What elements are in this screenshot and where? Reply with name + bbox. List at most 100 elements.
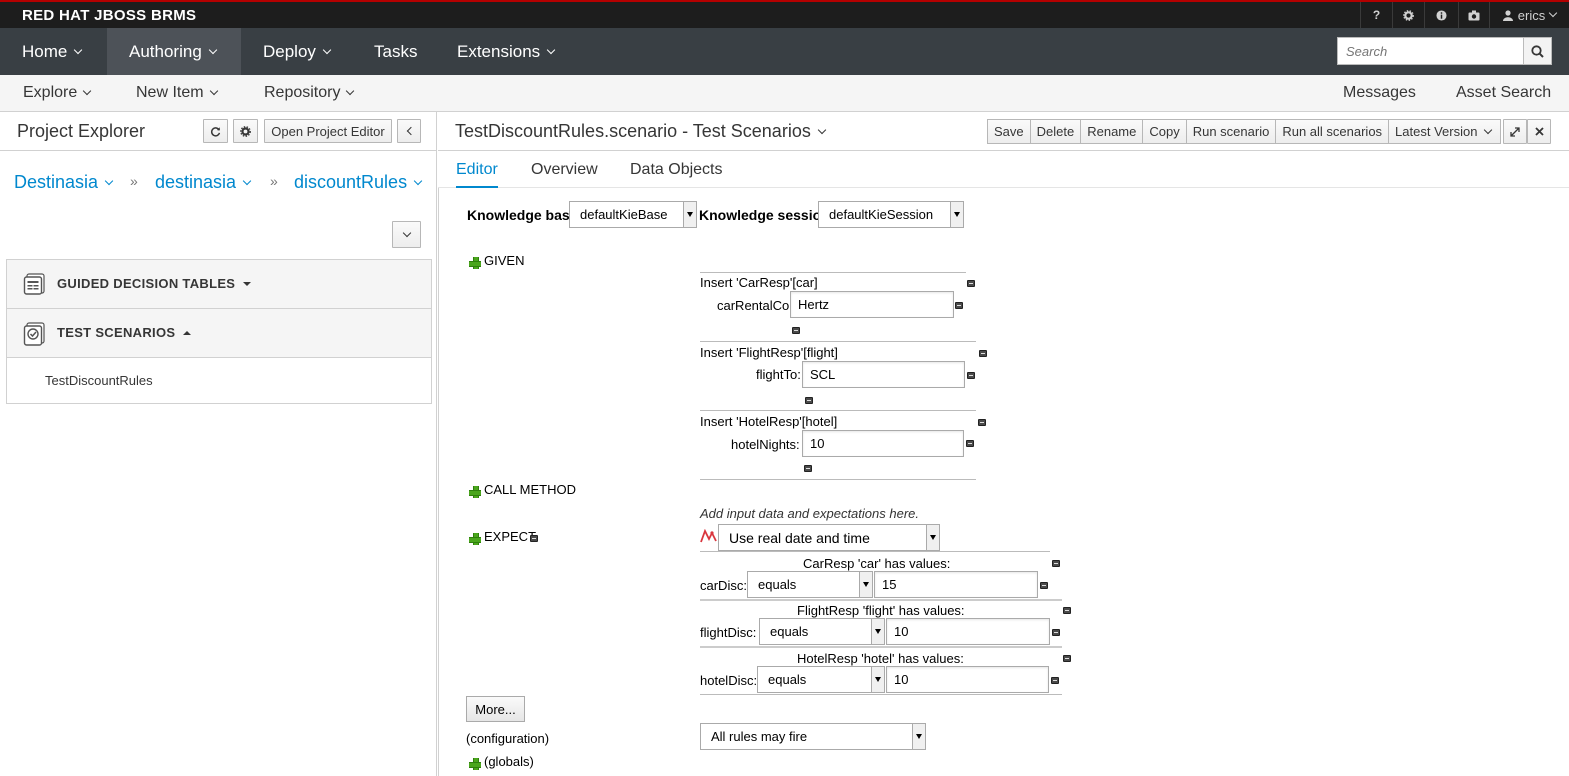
section-guided-decision-tables[interactable]: GUIDED DECISION TABLES: [6, 259, 432, 309]
flight-to-input[interactable]: SCL: [802, 361, 965, 388]
chevron-down-icon: [402, 228, 411, 237]
add-call-method-icon[interactable]: [469, 486, 481, 498]
dropdown-arrow-icon: [912, 724, 925, 749]
hint-text: Add input data and expectations here.: [700, 506, 919, 521]
subnav-messages[interactable]: Messages: [1343, 75, 1416, 111]
project-explorer-title: Project Explorer: [17, 121, 146, 141]
help-button[interactable]: ?: [1360, 2, 1392, 28]
remove-field-icon[interactable]: [1051, 677, 1059, 684]
chevron-down-icon: [209, 86, 218, 96]
remove-field-icon[interactable]: [804, 465, 812, 472]
add-globals-icon[interactable]: [469, 758, 481, 770]
car-disc-input[interactable]: 15: [874, 571, 1038, 598]
subnav-repository[interactable]: Repository: [264, 75, 355, 111]
remove-field-icon[interactable]: [805, 397, 813, 404]
nav-authoring[interactable]: Authoring: [107, 28, 241, 75]
nav-tasks-label: Tasks: [374, 41, 418, 61]
decision-table-icon: [23, 273, 45, 295]
subnav-new-item[interactable]: New Item: [136, 75, 218, 111]
remove-field-icon[interactable]: [792, 327, 800, 334]
hotel-disc-input[interactable]: 10: [886, 666, 1049, 693]
chevron-down-icon: [346, 86, 355, 96]
tab-data-objects[interactable]: Data Objects: [630, 161, 722, 179]
user-menu[interactable]: erics: [1489, 2, 1569, 28]
remove-given-hotel-icon[interactable]: [978, 419, 986, 426]
refresh-button[interactable]: [203, 119, 228, 143]
maximize-button[interactable]: [1503, 119, 1527, 144]
flight-disc-operator-select[interactable]: equals: [759, 618, 885, 645]
remove-expect-flight-icon[interactable]: [1063, 607, 1071, 614]
configuration-value: All rules may fire: [711, 729, 808, 744]
remove-field-icon[interactable]: [1052, 629, 1060, 636]
nav-deploy[interactable]: Deploy: [241, 28, 352, 75]
knowledge-base-label: Knowledge base: [467, 207, 578, 223]
given-label: GIVEN: [484, 253, 525, 268]
tab-overview[interactable]: Overview: [531, 161, 598, 179]
save-button[interactable]: Save: [987, 119, 1031, 144]
add-expect-icon[interactable]: [469, 533, 481, 545]
search-box: [1337, 37, 1552, 65]
subnav-asset-search[interactable]: Asset Search: [1456, 75, 1551, 111]
editor-left-border: [438, 188, 439, 776]
remove-expect-icon[interactable]: [530, 535, 538, 542]
remove-expect-hotel-icon[interactable]: [1063, 655, 1071, 662]
run-scenario-button[interactable]: Run scenario: [1186, 119, 1277, 144]
remove-field-icon[interactable]: [966, 440, 974, 447]
remove-field-icon[interactable]: [967, 372, 975, 379]
hotel-nights-input[interactable]: 10: [802, 430, 964, 457]
gear-icon: [240, 125, 251, 137]
flight-disc-input[interactable]: 10: [886, 618, 1050, 645]
nav-home[interactable]: Home: [0, 28, 103, 75]
breadcrumb-repository[interactable]: destinasia: [155, 172, 252, 193]
search-input[interactable]: [1338, 38, 1523, 64]
delete-button[interactable]: Delete: [1030, 119, 1082, 144]
rename-button[interactable]: Rename: [1081, 119, 1144, 144]
settings-button[interactable]: [233, 119, 258, 143]
version-dropdown[interactable]: Latest Version: [1389, 119, 1502, 144]
info-icon[interactable]: [1424, 2, 1458, 28]
knowledge-session-select[interactable]: defaultKieSession: [818, 201, 964, 228]
run-all-scenarios-button[interactable]: Run all scenarios: [1276, 119, 1390, 144]
nav-extensions[interactable]: Extensions: [435, 28, 576, 75]
car-disc-operator-select[interactable]: equals: [747, 571, 873, 598]
hotel-disc-operator-select[interactable]: equals: [757, 666, 885, 693]
remove-field-icon[interactable]: [1040, 582, 1048, 589]
settings-icon[interactable]: [1392, 2, 1424, 28]
project-explorer-header: Project Explorer Open Project Editor: [0, 112, 437, 151]
knowledge-base-select[interactable]: defaultKieBase: [569, 201, 697, 228]
remove-given-car-icon[interactable]: [967, 280, 975, 287]
open-project-editor-button[interactable]: Open Project Editor: [264, 119, 392, 143]
section-test-scenarios[interactable]: TEST SCENARIOS: [6, 308, 432, 358]
breadcrumb-organization-label: Destinasia: [14, 172, 99, 192]
close-button[interactable]: [1527, 119, 1551, 144]
caret-down-icon: [243, 281, 252, 286]
utility-menu: ? erics: [1360, 2, 1569, 28]
collapse-panel-button[interactable]: [397, 119, 421, 143]
subnav-explore[interactable]: Explore: [23, 75, 92, 111]
given-insert-car: Insert 'CarResp'[car]: [700, 275, 818, 290]
chevron-down-icon: [1484, 125, 1493, 134]
brand-bar: RED HAT JBOSS BRMS ? erics: [0, 0, 1569, 28]
date-mode-select[interactable]: Use real date and time: [718, 524, 940, 551]
knowledge-session-value: defaultKieSession: [829, 207, 934, 222]
tab-editor[interactable]: Editor: [456, 161, 498, 188]
remove-given-flight-icon[interactable]: [979, 350, 987, 357]
nav-tasks[interactable]: Tasks: [352, 28, 439, 75]
knowledge-base-value: defaultKieBase: [580, 207, 668, 222]
copy-button[interactable]: Copy: [1143, 119, 1187, 144]
more-button[interactable]: More...: [466, 696, 525, 722]
view-options-button[interactable]: [392, 221, 421, 248]
breadcrumb-organization[interactable]: Destinasia: [14, 172, 114, 193]
search-button[interactable]: [1523, 38, 1551, 64]
remove-field-icon[interactable]: [955, 302, 963, 309]
remove-expect-car-icon[interactable]: [1052, 560, 1060, 567]
chevron-down-icon: [817, 125, 827, 134]
chevron-down-icon: [208, 45, 218, 54]
configuration-select[interactable]: All rules may fire: [700, 723, 926, 750]
editor-title[interactable]: TestDiscountRules.scenario - Test Scenar…: [455, 121, 827, 142]
breadcrumb-project[interactable]: discountRules: [294, 172, 423, 193]
car-rental-co-input[interactable]: Hertz: [790, 291, 954, 318]
list-item[interactable]: TestDiscountRules: [45, 373, 153, 388]
add-given-icon[interactable]: [469, 257, 481, 269]
camera-icon[interactable]: [1458, 2, 1489, 28]
